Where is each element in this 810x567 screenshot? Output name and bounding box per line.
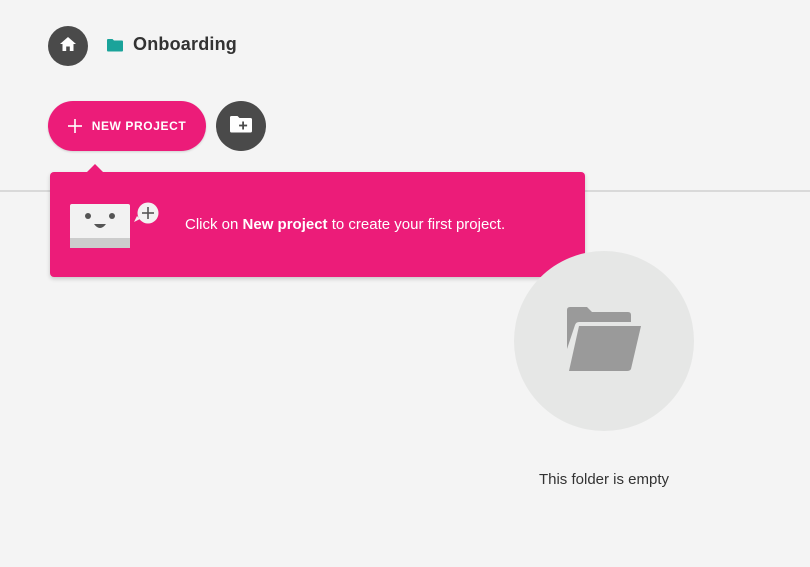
tooltip-message-suffix: to create your first project.: [327, 216, 506, 233]
empty-state-illustration: [514, 251, 694, 431]
home-icon: [59, 36, 77, 57]
empty-state-message: This folder is empty: [538, 471, 670, 488]
tooltip-message-prefix: Click on: [185, 216, 243, 233]
onboarding-tooltip: Click on New project to create your firs…: [50, 164, 585, 277]
new-project-button[interactable]: NEW PROJECT: [48, 101, 206, 151]
new-project-label: NEW PROJECT: [91, 119, 187, 133]
tooltip-arrow: [87, 164, 103, 172]
open-folder-icon: [565, 306, 643, 376]
tooltip-message: Click on New project to create your firs…: [185, 216, 505, 233]
new-folder-button[interactable]: [216, 101, 266, 151]
tooltip-message-emphasis: New project: [242, 216, 328, 233]
project-browser: Onboarding NEW PROJECT Click on New proj…: [0, 0, 810, 567]
bot-illustration: [70, 202, 162, 250]
folder-plus-icon: [230, 115, 252, 138]
home-button[interactable]: [48, 26, 88, 66]
breadcrumb: Onboarding: [107, 34, 237, 55]
plus-icon: [67, 119, 82, 133]
folder-icon: [107, 38, 123, 52]
current-folder-title[interactable]: Onboarding: [133, 34, 237, 55]
